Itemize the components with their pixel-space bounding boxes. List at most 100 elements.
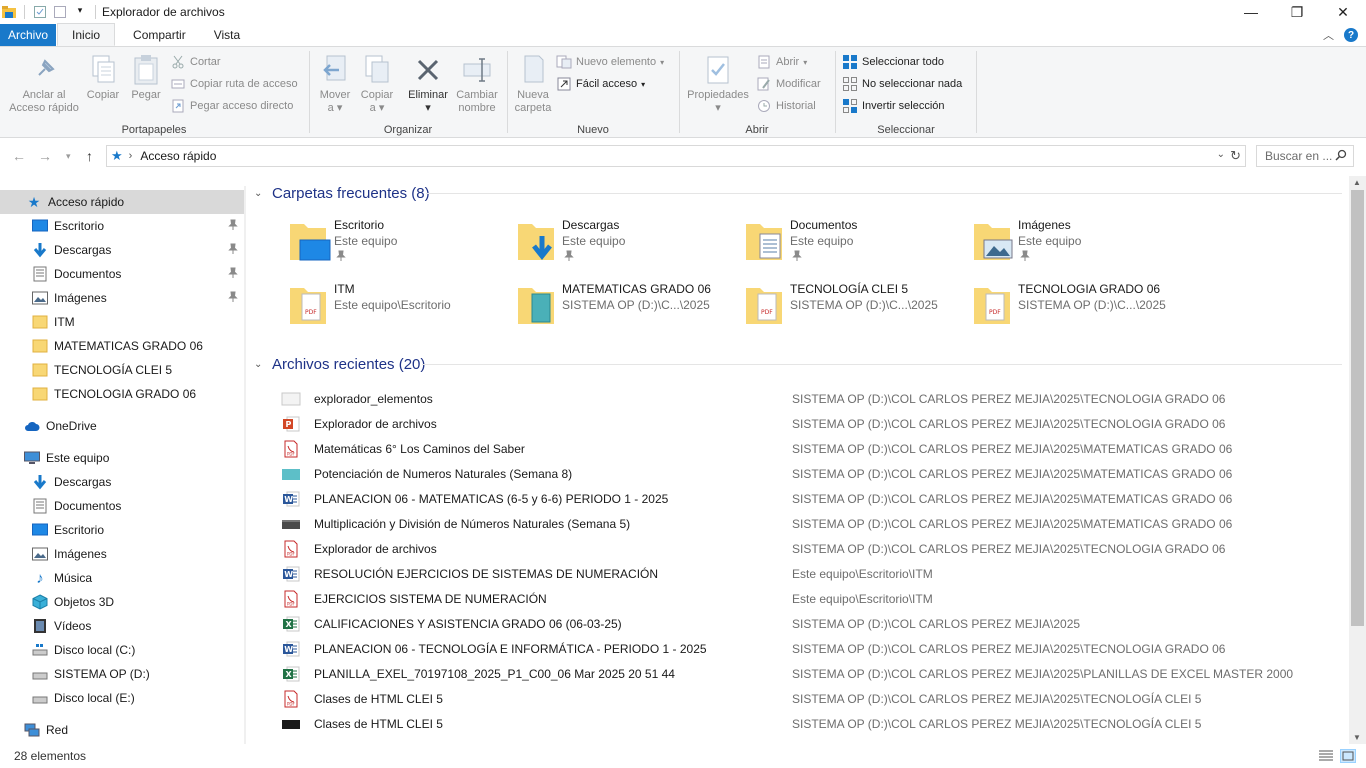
nav-quick-documentos[interactable]: Documentos <box>0 262 244 286</box>
refresh-icon[interactable]: ↻ <box>1230 148 1241 164</box>
frequent-folder-tile[interactable]: Documentos Este equipo <box>744 218 964 274</box>
recent-file-row[interactable]: Clases de HTML CLEI 5 SISTEMA OP (D:)\COL… <box>280 711 1340 736</box>
recent-file-row[interactable]: X CALIFICACIONES Y ASISTENCIA GRADO 06 (0… <box>280 611 1340 636</box>
delete-button[interactable]: Eliminar ▾ <box>406 53 450 115</box>
frequent-folder-tile[interactable]: PDF TECNOLOGIA GRADO 06 SISTEMA OP (D:)\… <box>972 282 1192 338</box>
nav-pc-videos[interactable]: Vídeos <box>0 614 244 638</box>
close-button[interactable]: ✕ <box>1320 0 1366 24</box>
maximize-button[interactable]: ❐ <box>1274 0 1320 24</box>
recent-file-row[interactable]: PDF Explorador de archivos SISTEMA OP (D:)… <box>280 536 1340 561</box>
search-placeholder[interactable]: Buscar en ... <box>1265 149 1332 163</box>
paste-shortcut-button[interactable]: Pegar acceso directo <box>170 96 293 116</box>
nav-quick-access[interactable]: ★ Acceso rápido <box>0 190 244 214</box>
nav-pc-musica[interactable]: ♪ Música <box>0 566 244 590</box>
nav-pc-imagenes[interactable]: Imágenes <box>0 542 244 566</box>
recent-file-row[interactable]: Multiplicación y División de Números Nat… <box>280 511 1340 536</box>
details-view-icon[interactable] <box>1318 749 1334 763</box>
recent-file-row[interactable]: P Explorador de archivos SISTEMA OP (D:)\C… <box>280 411 1340 436</box>
frequent-folder-tile[interactable]: Imágenes Este equipo <box>972 218 1192 274</box>
tab-inicio[interactable]: Inicio <box>57 23 116 46</box>
pin-quick-access-button[interactable]: Anclar al Acceso rápido <box>6 53 82 115</box>
invert-selection-button[interactable]: Invertir selección <box>842 96 945 116</box>
recent-file-row[interactable]: explorador_elementos SISTEMA OP (D:)\COL … <box>280 386 1340 411</box>
tab-archivo[interactable]: Archivo <box>0 24 57 46</box>
paste-button[interactable]: Pegar <box>126 53 166 102</box>
scrollbar-thumb[interactable] <box>1351 190 1364 626</box>
address-history-chevron-icon[interactable]: ⌄ <box>1217 149 1225 160</box>
nav-quick-tecnologia-grado[interactable]: TECNOLOGIA GRADO 06 <box>0 382 244 406</box>
nav-pane-scrollbar[interactable] <box>244 186 246 744</box>
nav-network[interactable]: Red <box>0 718 244 742</box>
nav-quick-tecnologia-clei[interactable]: TECNOLOGÍA CLEI 5 <box>0 358 244 382</box>
frequent-folder-tile[interactable]: Escritorio Este equipo <box>288 218 508 274</box>
recent-file-row[interactable]: W PLANEACION 06 - MATEMATICAS (6-5 y 6-6)… <box>280 486 1340 511</box>
move-to-button[interactable]: Mover a ▾ <box>316 53 354 115</box>
collapse-ribbon-chevron-icon[interactable]: ︿ <box>1323 27 1334 43</box>
nav-pc-disk-e[interactable]: Disco local (E:) <box>0 686 244 710</box>
nav-this-pc[interactable]: Este equipo <box>0 446 244 470</box>
address-bar[interactable]: ★ › Acceso rápido ⌄ ↻ <box>106 145 1246 167</box>
nav-pc-disk-c[interactable]: Disco local (C:) <box>0 638 244 662</box>
frequent-folder-tile[interactable]: PDF ITM Este equipo\Escritorio <box>288 282 508 338</box>
open-button[interactable]: Abrir ▾ <box>756 52 807 72</box>
recent-file-row[interactable]: X PLANILLA_EXEL_70197108_2025_P1_C00_06 M… <box>280 661 1340 686</box>
properties-button[interactable]: Propiedades ▾ <box>684 53 752 115</box>
nav-pc-descargas[interactable]: Descargas <box>0 470 244 494</box>
back-arrow-icon[interactable]: ← <box>12 148 26 164</box>
nav-pc-objetos-3d[interactable]: Objetos 3D <box>0 590 244 614</box>
breadcrumb-separator-icon[interactable]: › <box>129 150 133 162</box>
new-item-button[interactable]: Nuevo elemento ▾ <box>556 52 664 72</box>
frequent-folder-tile[interactable]: MATEMATICAS GRADO 06 SISTEMA OP (D:)\C..… <box>516 282 736 338</box>
frequent-folder-tile[interactable]: Descargas Este equipo <box>516 218 736 274</box>
forward-arrow-icon[interactable]: → <box>38 148 52 164</box>
new-folder-qat-icon[interactable] <box>53 5 67 19</box>
copy-path-button[interactable]: Copiar ruta de acceso <box>170 74 298 94</box>
history-button[interactable]: Historial <box>756 96 816 116</box>
recent-file-row[interactable]: PDF Clases de HTML CLEI 5 SISTEMA OP (D:)\… <box>280 686 1340 711</box>
recent-file-row[interactable]: PDF EJERCICIOS SISTEMA DE NUMERACIÓN Este … <box>280 586 1340 611</box>
nav-quick-imagenes[interactable]: Imágenes <box>0 286 244 310</box>
properties-qat-icon[interactable] <box>33 5 47 19</box>
copy-to-button[interactable]: Copiar a ▾ <box>358 53 396 115</box>
tab-compartir[interactable]: Compartir <box>115 24 200 46</box>
nav-quick-matematicas[interactable]: MATEMATICAS GRADO 06 <box>0 334 244 358</box>
nav-quick-descargas[interactable]: Descargas <box>0 238 244 262</box>
frequent-folder-tile[interactable]: PDF TECNOLOGÍA CLEI 5 SISTEMA OP (D:)\C.… <box>744 282 964 338</box>
nav-pc-escritorio[interactable]: Escritorio <box>0 518 244 542</box>
tab-vista[interactable]: Vista <box>200 24 254 46</box>
edit-button[interactable]: Modificar <box>756 74 821 94</box>
nav-quick-itm[interactable]: ITM <box>0 310 244 334</box>
recent-file-row[interactable]: W PLANEACION 06 - TECNOLOGÍA E INFORMÁTIC… <box>280 636 1340 661</box>
drive-icon <box>32 690 48 706</box>
customize-qat-chevron-icon[interactable]: ▾ <box>73 5 87 19</box>
content-vertical-scrollbar[interactable]: ▲ ▼ <box>1349 176 1366 744</box>
minimize-button[interactable]: — <box>1228 0 1274 24</box>
scroll-up-arrow-icon[interactable]: ▲ <box>1353 178 1361 187</box>
cut-button[interactable]: Cortar <box>170 52 221 72</box>
search-box[interactable]: Buscar en ... <box>1256 145 1354 167</box>
select-all-button[interactable]: Seleccionar todo <box>842 52 944 72</box>
pdf-file-icon: PDF <box>280 539 302 559</box>
nav-pc-documentos[interactable]: Documentos <box>0 494 244 518</box>
scroll-down-arrow-icon[interactable]: ▼ <box>1353 733 1361 742</box>
recent-file-path: Este equipo\Escritorio\ITM <box>792 591 933 606</box>
help-icon[interactable]: ? <box>1344 28 1358 42</box>
recent-locations-chevron-icon[interactable]: ▾ <box>66 151 71 162</box>
large-icons-view-icon[interactable] <box>1340 749 1356 763</box>
new-folder-button[interactable]: Nueva carpeta <box>510 53 556 115</box>
recent-file-row[interactable]: Potenciación de Numeros Naturales (Seman… <box>280 461 1340 486</box>
up-arrow-icon[interactable]: ↑ <box>86 148 93 164</box>
easy-access-button[interactable]: Fácil acceso ▾ <box>556 74 645 94</box>
nav-pc-disk-d[interactable]: SISTEMA OP (D:) <box>0 662 244 686</box>
nav-onedrive[interactable]: OneDrive <box>0 414 244 438</box>
breadcrumb-quick-access[interactable]: Acceso rápido <box>140 149 216 163</box>
copy-button[interactable]: Copiar <box>84 53 122 102</box>
desktop-folder-icon <box>288 218 332 266</box>
frequent-folders-header[interactable]: ⌄ Carpetas frecuentes (8) <box>250 181 430 205</box>
recent-files-header[interactable]: ⌄ Archivos recientes (20) <box>250 352 425 376</box>
nav-quick-escritorio[interactable]: Escritorio <box>0 214 244 238</box>
recent-file-row[interactable]: PDF Matemáticas 6° Los Caminos del Saber S… <box>280 436 1340 461</box>
recent-file-row[interactable]: W RESOLUCIÓN EJERCICIOS DE SISTEMAS DE NU… <box>280 561 1340 586</box>
rename-button[interactable]: Cambiar nombre <box>452 53 502 115</box>
select-none-button[interactable]: No seleccionar nada <box>842 74 962 94</box>
